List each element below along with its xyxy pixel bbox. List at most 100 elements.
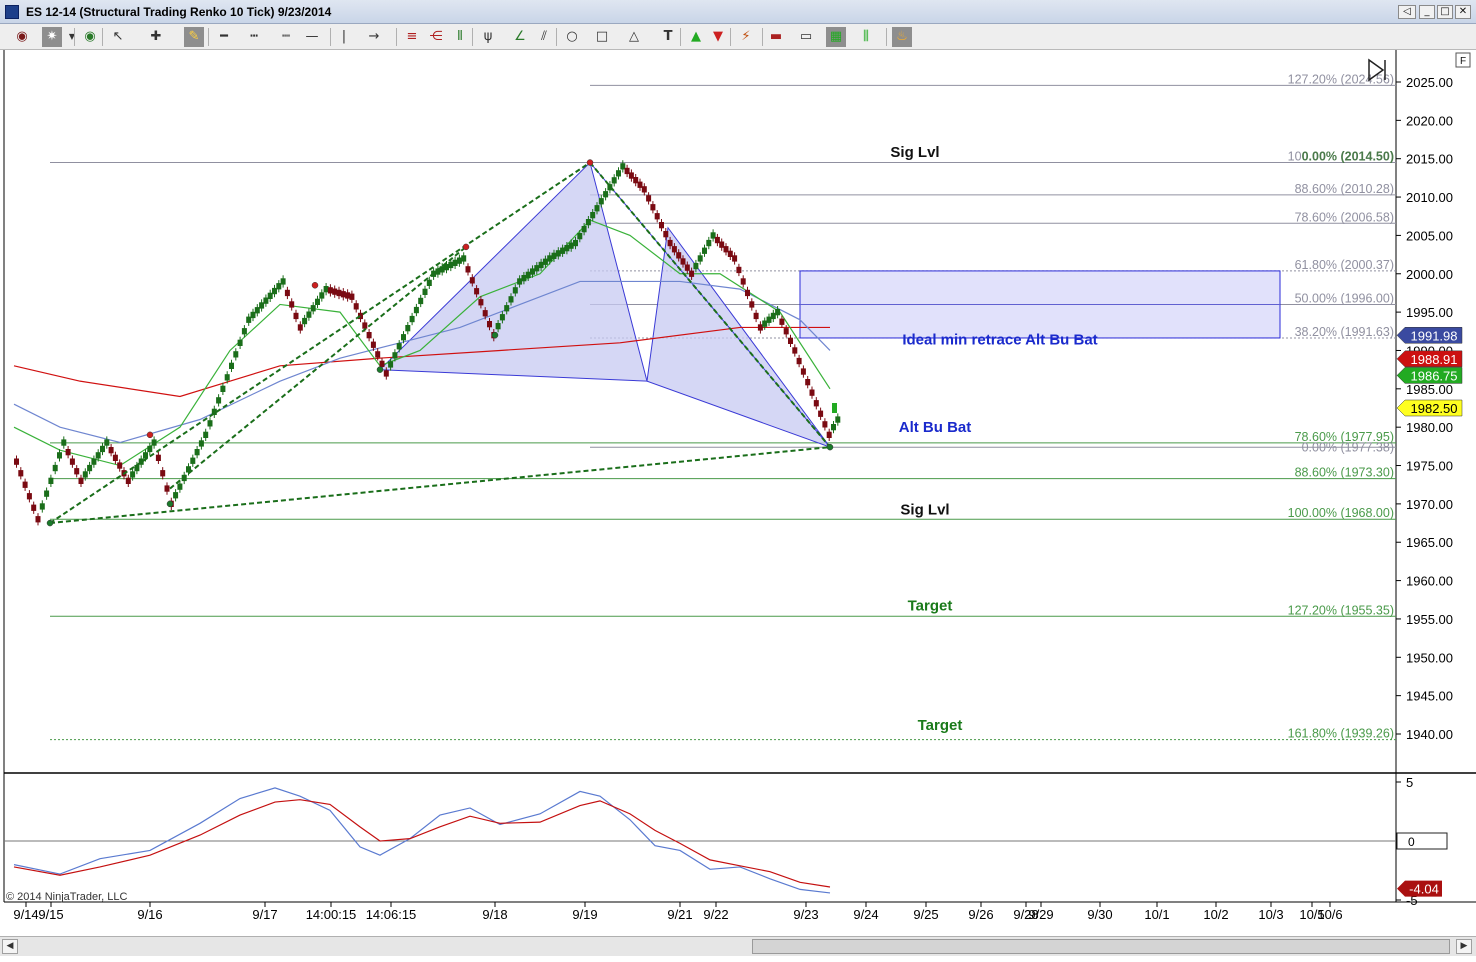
scroll-thumb[interactable] — [752, 939, 1450, 954]
y-tick-label: 2010.00 — [1406, 190, 1453, 205]
osc-fast-line — [13, 787, 831, 894]
x-tick-label: 9/21 — [667, 907, 692, 922]
y-tick-label: 1995.00 — [1406, 305, 1453, 320]
y-tick-label: 2000.00 — [1406, 267, 1453, 282]
y-tick-label: 1985.00 — [1406, 382, 1453, 397]
fib-time-icon[interactable]: ⦀ — [450, 27, 470, 47]
pencil-icon[interactable]: ✎ — [184, 27, 204, 47]
x-tick-label: 10/1 — [1144, 907, 1169, 922]
y-tick-label: 1960.00 — [1406, 574, 1453, 589]
scroll-right-arrow-icon[interactable]: ▶ — [1456, 939, 1472, 954]
x-tick-label: 9/17 — [252, 907, 277, 922]
line-style-icon[interactable]: ┅ — [244, 27, 264, 47]
arrow-down-icon[interactable]: ▼ — [708, 27, 728, 47]
chevron-down-icon[interactable]: ▼ — [62, 27, 82, 47]
x-tick-label: 9/19 — [572, 907, 597, 922]
fib-label: 50.00% (1996.00) — [1295, 291, 1394, 305]
x-tick-label: 9/26 — [968, 907, 993, 922]
fib-label: 38.20% (1991.63) — [1295, 325, 1394, 339]
swing-dot — [586, 159, 594, 166]
x-tick-label: 9/30 — [1087, 907, 1112, 922]
x-tick-label: 10/6 — [1317, 907, 1342, 922]
swing-dot — [146, 431, 154, 439]
y-tick-label: 2015.00 — [1406, 152, 1453, 167]
annotation-label: Ideal min retrace Alt Bu Bat — [902, 331, 1097, 348]
cursor-icon[interactable]: ↖ — [108, 27, 128, 47]
horizontal-scrollbar[interactable]: ◀ ▶ — [0, 936, 1476, 956]
y-tick-label: 2025.00 — [1406, 75, 1453, 90]
y-tick-label: 1955.00 — [1406, 612, 1453, 627]
gann-fan-icon[interactable]: ∠ — [510, 27, 530, 47]
y-tick-label: 1945.00 — [1406, 689, 1453, 704]
scroll-left-arrow-icon[interactable]: ◀ — [2, 939, 18, 954]
annotation-label: Sig Lvl — [890, 144, 939, 161]
crosshair-icon[interactable]: ✚ — [146, 27, 166, 47]
window-left-button[interactable]: ◁ — [1398, 5, 1416, 19]
fib-label: 127.20% (2024.56) — [1288, 72, 1394, 86]
swing-dot — [826, 443, 834, 451]
fib-label: 100.00% (1968.00) — [1288, 506, 1394, 520]
x-tick-label: 9/24 — [853, 907, 878, 922]
annotation-label: Target — [908, 598, 953, 615]
template-icon[interactable]: ▦ — [826, 27, 846, 47]
line-style-icon[interactable]: ┉ — [276, 27, 296, 47]
maximize-button[interactable]: □ — [1437, 5, 1453, 19]
regression-icon[interactable]: ⫽ — [534, 27, 554, 47]
osc-zero-box — [1396, 832, 1448, 850]
eye-icon[interactable]: ◉ — [12, 27, 32, 47]
x-tick-label: 9/15 — [38, 907, 63, 922]
arrow-up-icon[interactable]: ▲ — [686, 27, 706, 47]
triangle-icon[interactable]: △ — [624, 27, 644, 47]
fib-label: 0.00% (1977.38) — [1302, 440, 1394, 454]
price-marker-label: 1982.50 — [1411, 401, 1458, 416]
chart-toolbar: ◉ ✷ ▼ ◉ ↖ ✚ ✎ ━ ┅ ┉ — | → ≡ ⋲ ⦀ ψ ∠ ⫽ ○ … — [0, 24, 1476, 50]
price-marker-label: 1986.75 — [1411, 368, 1458, 383]
swing-dot — [462, 243, 470, 251]
ray-icon[interactable]: → — [364, 27, 384, 47]
data-box-icon[interactable]: ▭ — [796, 27, 816, 47]
text-icon[interactable]: T — [658, 27, 678, 47]
chart-area[interactable]: 127.20% (2024.56) 100.00% (2014.50) 88.60%… — [0, 50, 1476, 936]
osc-marker-label: -4.04 — [1409, 882, 1439, 897]
pattern-icon[interactable]: ⚡ — [736, 27, 756, 47]
strategy-icon[interactable]: ♨ — [892, 27, 912, 47]
x-tick-label: 9/16 — [137, 907, 162, 922]
y-tick-label: 1950.00 — [1406, 650, 1453, 665]
copyright-text: © 2014 NinjaTrader, LLC — [6, 891, 127, 903]
fib-label: 127.20% (1955.35) — [1288, 603, 1394, 617]
price-marker-label: 1988.91 — [1411, 352, 1458, 367]
pitchfork-icon[interactable]: ψ — [478, 27, 498, 47]
fibonacci-extension-icon[interactable]: ⋲ — [426, 27, 446, 47]
chart-svg[interactable]: 127.20% (2024.56) 100.00% (2014.50) 88.60%… — [0, 50, 1476, 936]
x-tick-label: 14:06:15 — [366, 907, 417, 922]
y-tick-label: 1965.00 — [1406, 535, 1453, 550]
minimize-button[interactable]: _ — [1419, 5, 1435, 19]
fib-label: 88.60% (1973.30) — [1295, 466, 1394, 480]
shape-icon[interactable]: ▬ — [766, 27, 786, 47]
ellipse-icon[interactable]: ○ — [562, 27, 582, 47]
x-tick-label: 10/3 — [1258, 907, 1283, 922]
app-icon — [5, 5, 19, 19]
y-tick-label: 1975.00 — [1406, 459, 1453, 474]
fibonacci-icon[interactable]: ≡ — [402, 27, 422, 47]
x-tick-label: 9/23 — [793, 907, 818, 922]
rectangle-icon[interactable]: □ — [592, 27, 612, 47]
magic-wand-icon[interactable]: ✷ — [42, 27, 62, 47]
oscillator-panel: 50-50-4.04 — [4, 775, 1448, 908]
price-markers: 1991.98 1988.911986.75 1982.50 — [1396, 327, 1463, 417]
time-axis: 9/14 9/15 9/16 9/17 14:00:15 14:06:15 9/18 9/19… — [13, 902, 1343, 922]
eye-icon[interactable]: ◉ — [80, 27, 100, 47]
close-button[interactable]: ✕ — [1455, 5, 1471, 19]
line-icon[interactable]: — — [302, 27, 322, 47]
y-tick-label: 2005.00 — [1406, 228, 1453, 243]
retrace-zone — [799, 270, 1281, 339]
annotation-label: Alt Bu Bat — [899, 419, 972, 436]
window-titlebar: ES 12-14 (Structural Trading Renko 10 Ti… — [0, 0, 1476, 24]
osc-tick-label: 5 — [1406, 775, 1413, 790]
bars-icon[interactable]: ⫼ — [856, 27, 876, 47]
price-marker-label: 1991.98 — [1411, 328, 1458, 343]
x-tick-label: 9/22 — [703, 907, 728, 922]
line-style-icon[interactable]: ━ — [214, 27, 234, 47]
x-tick-label: 10/2 — [1203, 907, 1228, 922]
vertical-line-icon[interactable]: | — [334, 27, 354, 47]
